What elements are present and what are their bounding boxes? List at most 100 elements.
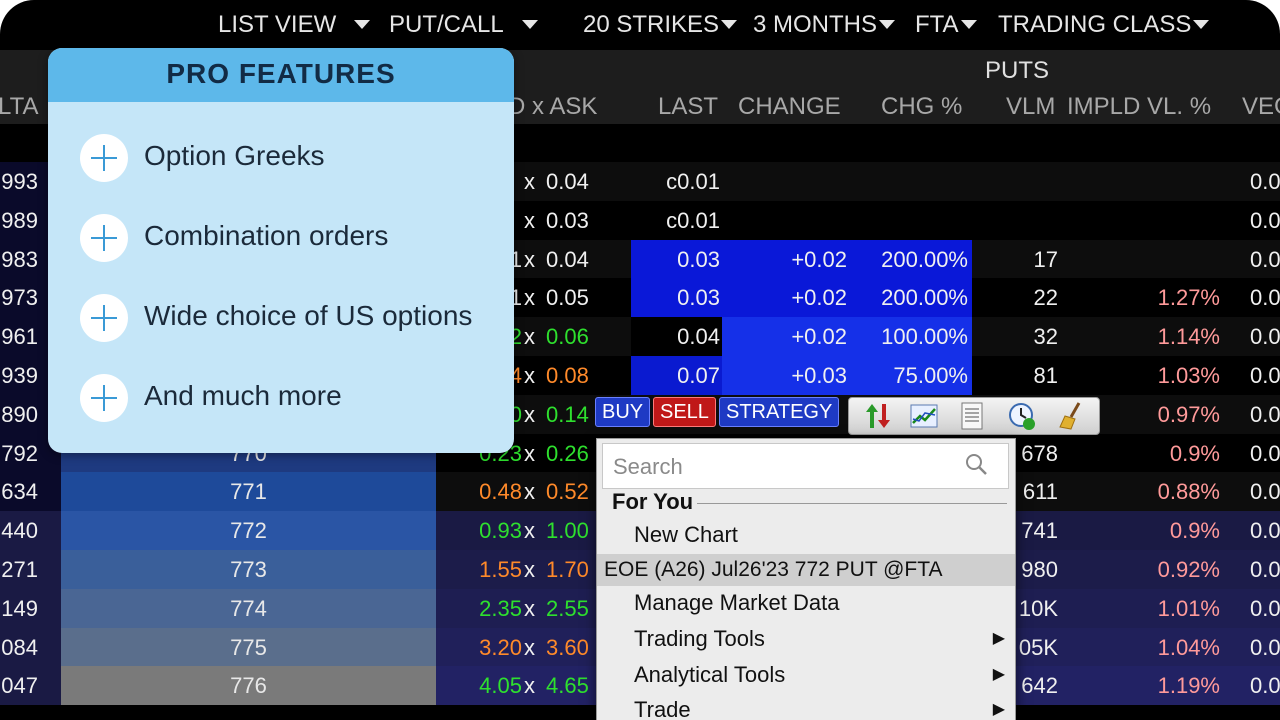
delta-cell: 149	[1, 595, 38, 621]
contract-label: EOE (A26) Jul26'23 772 PUT @FTA	[604, 554, 943, 586]
implied-vol-cell: 0.92%	[1157, 557, 1220, 582]
vega-cell: 0.0	[1250, 479, 1280, 505]
menu-item-new-chart[interactable]: New Chart	[597, 518, 1015, 552]
last-cell: c0.01	[666, 207, 720, 233]
implied-vol-cell: 1.19%	[1157, 673, 1220, 699]
puts-title: PUTS	[985, 57, 1050, 84]
vega-cell: 0.0	[1250, 363, 1280, 388]
vega-cell: 0.0	[1250, 207, 1280, 233]
last-cell: c0.01	[666, 169, 720, 194]
chevron-down-icon	[721, 19, 738, 29]
feature-label: Wide choice of US options	[144, 300, 473, 331]
put-call-dropdown[interactable]: PUT/CALL	[389, 9, 538, 41]
bid-cell: 3.20	[479, 634, 522, 660]
vega-cell: 0.0	[1250, 673, 1280, 699]
strike-cell[interactable]: 776	[61, 666, 436, 706]
change-cell	[760, 201, 847, 240]
last-cell: 0.03	[677, 246, 720, 272]
menu-item-label: New Chart	[634, 522, 738, 547]
sell-button[interactable]: SELL	[653, 397, 716, 427]
plus-icon[interactable]	[80, 214, 128, 262]
implied-vol-cell: 0.97%	[1157, 401, 1220, 427]
chart-icon[interactable]	[909, 401, 939, 431]
col-vega[interactable]: VEG	[1242, 92, 1280, 122]
bid-ask-separator: x	[524, 440, 535, 466]
updown-arrows-icon[interactable]	[863, 401, 893, 431]
strike-cell[interactable]: 772	[61, 511, 436, 551]
menu-item-analytical-tools[interactable]: Analytical Tools ▶	[597, 658, 1015, 692]
months-label: 3 MONTHS	[753, 11, 878, 38]
bid-cell: 0.93	[479, 518, 522, 544]
plus-icon[interactable]	[80, 374, 128, 422]
plus-icon[interactable]	[80, 134, 128, 182]
vega-cell: 0.0	[1250, 324, 1280, 350]
toolbar: LIST VIEW PUT/CALL 20 STRIKES 3 MONTHS F…	[0, 0, 1280, 50]
chg-pct-cell: 200.00%	[881, 285, 968, 311]
delta-cell: 989	[1, 207, 38, 233]
vega-cell: 0.0	[1250, 246, 1280, 272]
chevron-down-icon	[354, 19, 371, 29]
menu-search-box[interactable]	[602, 443, 1009, 489]
document-icon[interactable]	[957, 401, 987, 431]
list-view-dropdown[interactable]: LIST VIEW	[218, 9, 371, 41]
vega-cell: 0.0	[1250, 634, 1280, 660]
col-chg-pct[interactable]: CHG %	[881, 92, 962, 122]
exchange-dropdown[interactable]: FTA	[915, 9, 977, 41]
menu-item-trading-tools[interactable]: Trading Tools ▶	[597, 622, 1015, 656]
pro-features-title: PRO FEATURES	[166, 58, 396, 89]
implied-vol-cell: 0.9%	[1169, 518, 1220, 544]
bid-ask-separator: x	[524, 207, 535, 233]
strike-cell[interactable]: 773	[61, 550, 436, 589]
menu-search-input[interactable]	[611, 448, 955, 486]
months-dropdown[interactable]: 3 MONTHS	[753, 9, 896, 41]
col-last[interactable]: LAST	[658, 92, 718, 122]
last-cell: 0.04	[677, 324, 720, 350]
contract-details: (A26) Jul26'23 772 PUT @FTA	[648, 558, 943, 581]
delta-cell: 890	[1, 401, 38, 427]
bid-ask-separator: x	[524, 595, 535, 621]
col-change[interactable]: CHANGE	[738, 92, 841, 122]
bid-ask-separator: x	[524, 518, 535, 544]
col-delta[interactable]: LTA	[0, 92, 38, 122]
delta-cell: 939	[1, 363, 38, 388]
volume-cell: 17	[1033, 246, 1058, 272]
col-volume[interactable]: VLM	[1006, 92, 1055, 122]
chevron-down-icon	[960, 19, 977, 29]
strikes-label: 20 STRIKES	[583, 11, 720, 38]
clock-icon[interactable]	[1007, 401, 1037, 431]
menu-section-for-you: For You	[612, 489, 694, 514]
delta-cell: 983	[1, 246, 38, 272]
vega-cell: 0.0	[1250, 595, 1280, 621]
volume-cell: 32	[1033, 324, 1058, 350]
implied-vol-cell: 1.27%	[1157, 285, 1220, 311]
last-cell: 0.07	[677, 363, 720, 388]
col-implied-vol[interactable]: IMPLD VL. %	[1067, 92, 1211, 122]
col-bid-ask[interactable]: D x ASK	[508, 92, 597, 122]
chg-pct-cell: 200.00%	[881, 246, 968, 272]
ask-cell: 0.03	[546, 207, 589, 233]
vega-cell: 0.0	[1250, 557, 1280, 582]
implied-vol-cell: 1.04%	[1157, 634, 1220, 660]
plus-icon[interactable]	[80, 294, 128, 342]
strikes-dropdown[interactable]: 20 STRIKES	[583, 9, 738, 41]
search-icon[interactable]	[964, 452, 990, 483]
broom-icon[interactable]	[1057, 401, 1087, 431]
strike-cell[interactable]: 774	[61, 588, 436, 628]
implied-vol-cell	[1120, 201, 1220, 240]
chg-pct-cell: 75.00%	[893, 363, 968, 388]
menu-item-label: Analytical Tools	[634, 662, 786, 687]
chevron-right-icon: ▶	[992, 630, 1005, 647]
bid-ask-separator: x	[524, 401, 535, 427]
change-cell: +0.02	[791, 246, 847, 272]
buy-button[interactable]: BUY	[595, 397, 651, 427]
strike-cell[interactable]: 771	[61, 472, 436, 512]
menu-item-trade[interactable]: Trade ▶	[597, 693, 1015, 720]
strike-cell[interactable]: 775	[61, 627, 436, 667]
chg-pct-cell: 100.00%	[881, 324, 968, 350]
bid-ask-separator: x	[524, 634, 535, 660]
strategy-button[interactable]: STRATEGY	[719, 397, 840, 427]
pro-features-panel: PRO FEATURES Option Greeks Combination o…	[48, 48, 514, 453]
menu-item-manage-market-data[interactable]: Manage Market Data	[597, 586, 1015, 620]
trading-class-dropdown[interactable]: TRADING CLASS	[998, 9, 1210, 41]
menu-item-contract[interactable]: EOE (A26) Jul26'23 772 PUT @FTA	[597, 554, 1015, 586]
